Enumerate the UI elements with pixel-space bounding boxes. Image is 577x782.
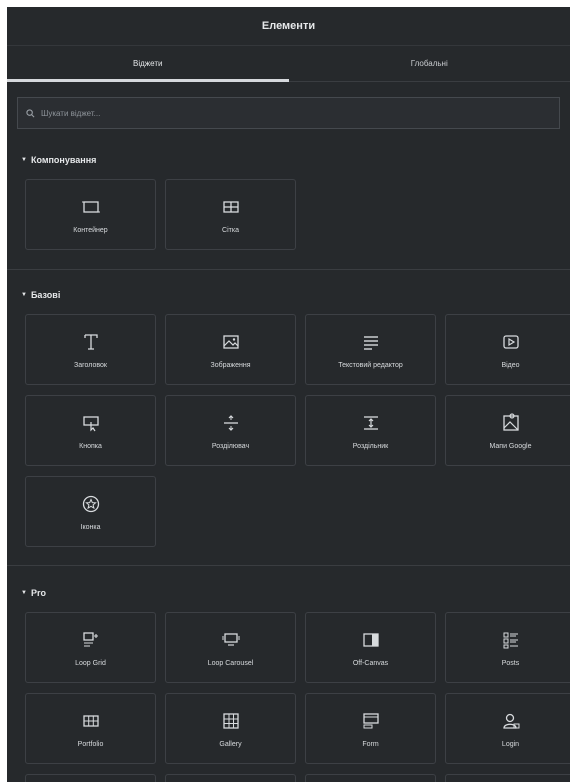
widget-icon[interactable]: Іконка: [25, 476, 156, 547]
widget-image[interactable]: Зображення: [165, 314, 296, 385]
heading-icon: [80, 331, 102, 353]
posts-icon: [500, 629, 522, 651]
widget-label: Іконка: [80, 523, 101, 531]
loop-carousel-icon: [220, 629, 242, 651]
widget-divider[interactable]: Розділювач: [165, 395, 296, 466]
widget-label: Posts: [501, 659, 520, 667]
button-icon: [80, 412, 102, 434]
widget-posts[interactable]: Posts: [445, 612, 570, 683]
widget-label: Заголовок: [74, 361, 107, 369]
widget-label: Роздільник: [352, 442, 389, 450]
widget-grid[interactable]: Сітка: [165, 179, 296, 250]
widget-label: Кнопка: [79, 442, 102, 450]
widget-partial[interactable]: [25, 774, 156, 782]
form-icon: [360, 710, 382, 732]
widget-label: Gallery: [219, 740, 242, 748]
widget-label: Зображення: [210, 361, 251, 369]
widget-label: Off-Canvas: [352, 659, 389, 667]
search-wrapper: [7, 82, 570, 129]
widget-label: Login: [501, 740, 520, 748]
caret-down-icon: ▼: [21, 157, 27, 163]
caret-down-icon: ▼: [21, 590, 27, 596]
widget-partial[interactable]: [165, 774, 296, 782]
caret-down-icon: ▼: [21, 292, 27, 298]
layout-widget-grid: Контейнер Сітка: [7, 179, 570, 250]
section-divider: [7, 269, 570, 270]
image-icon: [220, 331, 242, 353]
search-icon: [26, 108, 35, 117]
search-box: [17, 97, 560, 129]
widget-spacer[interactable]: Роздільник: [305, 395, 436, 466]
gallery-icon: [220, 710, 242, 732]
tab-global[interactable]: Глобальні: [289, 46, 571, 81]
widget-button[interactable]: Кнопка: [25, 395, 156, 466]
portfolio-icon: [80, 710, 102, 732]
off-canvas-icon: [360, 629, 382, 651]
widget-label: Розділювач: [211, 442, 250, 450]
spacer-icon: [360, 412, 382, 434]
widget-google-maps[interactable]: Мапи Google: [445, 395, 570, 466]
video-icon: [500, 331, 522, 353]
section-title: Pro: [30, 588, 46, 598]
widget-label: Form: [362, 740, 379, 748]
tab-widgets[interactable]: Віджети: [7, 46, 289, 82]
section-pro-header[interactable]: ▼ Pro: [7, 586, 570, 600]
widget-label: Контейнер: [73, 226, 108, 234]
widget-label: Loop Carousel: [207, 659, 254, 667]
widget-loop-grid[interactable]: Loop Grid: [25, 612, 156, 683]
section-title: Базові: [30, 290, 61, 300]
widget-text-editor[interactable]: Текстовий редактор: [305, 314, 436, 385]
google-maps-icon: [500, 412, 522, 434]
widget-label: Loop Grid: [75, 659, 106, 667]
panel-title: Елементи: [261, 20, 316, 32]
pro-widget-grid: Loop Grid Loop Carousel Off-Canvas Posts…: [7, 612, 570, 782]
basic-widget-grid: Заголовок Зображення Текстовий редактор …: [7, 314, 570, 547]
section-title: Компонування: [30, 155, 97, 165]
widget-container[interactable]: Контейнер: [25, 179, 156, 250]
widget-heading[interactable]: Заголовок: [25, 314, 156, 385]
widget-partial[interactable]: [445, 774, 570, 782]
search-input[interactable]: [39, 107, 523, 119]
login-icon: [500, 710, 522, 732]
elements-panel: Елементи Віджети Глобальні ▼ Компонуванн…: [7, 7, 570, 782]
widget-video[interactable]: Відео: [445, 314, 570, 385]
loop-grid-icon: [80, 629, 102, 651]
widget-loop-carousel[interactable]: Loop Carousel: [165, 612, 296, 683]
widget-label: Мапи Google: [489, 442, 532, 450]
grid-icon: [220, 196, 242, 218]
widget-off-canvas[interactable]: Off-Canvas: [305, 612, 436, 683]
section-basic-header[interactable]: ▼ Базові: [7, 288, 570, 302]
container-icon: [80, 196, 102, 218]
panel-header: Елементи: [7, 7, 570, 46]
star-icon: [80, 493, 102, 515]
section-divider: [7, 565, 570, 566]
widget-gallery[interactable]: Gallery: [165, 693, 296, 764]
widget-label: Сітка: [222, 226, 239, 234]
tab-bar: Віджети Глобальні: [7, 46, 570, 82]
widget-label: Відео: [501, 361, 520, 369]
widget-label: Portfolio: [77, 740, 104, 748]
widget-label: Текстовий редактор: [338, 361, 403, 369]
widget-partial[interactable]: [305, 774, 436, 782]
widget-login[interactable]: Login: [445, 693, 570, 764]
divider-icon: [220, 412, 242, 434]
section-layout-header[interactable]: ▼ Компонування: [7, 153, 570, 167]
widget-form[interactable]: Form: [305, 693, 436, 764]
widget-portfolio[interactable]: Portfolio: [25, 693, 156, 764]
text-editor-icon: [360, 331, 382, 353]
